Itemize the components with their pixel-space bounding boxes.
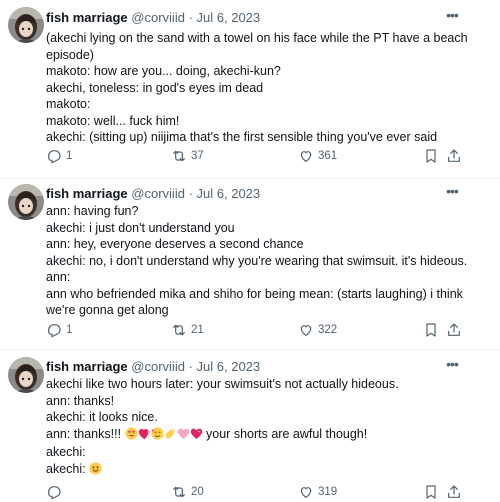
two-hearts-emoji: [138, 427, 151, 445]
tweet-line: makoto:: [46, 97, 91, 111]
avatar[interactable]: [8, 7, 44, 43]
tweet-date[interactable]: Jul 6, 2023: [197, 10, 261, 25]
tweet-line-prefix: akechi:: [46, 461, 86, 476]
tweet-line-prefix: ann: thanks!!!: [46, 426, 122, 441]
tweet-line: makoto: well... fuck him!: [46, 113, 180, 128]
retweet-button[interactable]: 20: [171, 482, 204, 502]
retweet-count: 20: [191, 486, 204, 498]
like-button[interactable]: 361: [298, 146, 337, 166]
avatar[interactable]: [8, 357, 44, 393]
reply-icon: [48, 324, 61, 338]
tweet-line-suffix: your shorts are awful though!: [206, 426, 368, 441]
share-icon: [448, 149, 460, 162]
tweet-line: ann who befriended mika and shiho for be…: [46, 286, 463, 301]
like-button[interactable]: 319: [298, 482, 337, 502]
retweet-button[interactable]: 21: [171, 320, 204, 340]
tweet-text: (akechi lying on the sand with a towel o…: [46, 30, 482, 146]
more-icon[interactable]: •••: [444, 8, 460, 26]
tweet-line-with-emoji: akechi:: [46, 461, 482, 480]
author-name[interactable]: fish marriage: [46, 186, 128, 201]
avatar[interactable]: [8, 184, 44, 220]
separator-dot: ·: [188, 10, 193, 25]
share-icon: [448, 323, 460, 336]
like-count: 322: [318, 324, 338, 336]
tweet-line: akechi:: [46, 445, 86, 459]
like-icon: [300, 325, 312, 337]
share-button[interactable]: [446, 320, 462, 340]
reply-count: 1: [66, 150, 73, 162]
tweet-line: episode): [46, 47, 94, 62]
clapping-hand-emoji: [164, 427, 177, 445]
more-icon[interactable]: •••: [444, 357, 460, 375]
retweet-count: 37: [191, 150, 204, 162]
heart-eyes-emoji: [124, 426, 138, 445]
smiling-face-emoji: [89, 461, 102, 480]
tweet-line: ann: hey, everyone deserves a second cha…: [46, 237, 304, 251]
separator-dot: ·: [188, 359, 193, 374]
reply-button[interactable]: 1: [46, 320, 72, 340]
pink-heart-emoji: [177, 427, 190, 445]
tweet-actions: 1 21 322: [46, 320, 460, 340]
bookmark-button[interactable]: [423, 482, 439, 502]
share-button[interactable]: [446, 146, 462, 166]
tweet-line: makoto: how are you... doing, akechi-kun…: [46, 64, 281, 78]
reply-button[interactable]: 1: [46, 146, 72, 166]
author-handle[interactable]: @corviiid: [131, 359, 185, 374]
more-icon[interactable]: •••: [444, 184, 460, 202]
like-icon: [300, 151, 312, 163]
tweet-text: akechi like two hours later: your swimsu…: [46, 376, 482, 479]
author-name[interactable]: fish marriage: [46, 359, 128, 374]
tweet-line: ann: having fun?: [46, 204, 139, 218]
retweet-button[interactable]: 37: [171, 146, 204, 166]
tweet-line-with-emoji: ann: thanks!!! your shorts are awful tho…: [46, 426, 482, 445]
author-handle[interactable]: @corviiid: [131, 186, 185, 201]
reply-button[interactable]: [46, 482, 66, 502]
tweet[interactable]: fish marriage @corviiid · Jul 6, 2023 ••…: [0, 350, 500, 500]
tweet-line: ann: thanks!: [46, 393, 115, 408]
separator-dot: ·: [188, 186, 193, 201]
tweet-line: akechi: no, i don't understand why you'r…: [46, 253, 468, 268]
tweet-actions: 20 319: [46, 482, 460, 502]
tweet-line: akechi, toneless: in god's eyes im dead: [46, 80, 264, 95]
author-name[interactable]: fish marriage: [46, 10, 128, 25]
bookmark-icon: [426, 149, 436, 163]
tweet-line: akechi: (sitting up) niijima that's the …: [46, 130, 438, 144]
share-button[interactable]: [446, 482, 462, 502]
tweet-header: fish marriage @corviiid · Jul 6, 2023: [46, 358, 460, 376]
bookmark-button[interactable]: [423, 146, 439, 166]
tweet[interactable]: fish marriage @corviiid · Jul 6, 2023 ••…: [0, 179, 500, 350]
tweet-date[interactable]: Jul 6, 2023: [197, 186, 261, 201]
tweet-text: ann: having fun? akechi: i just don't un…: [46, 203, 482, 319]
retweet-icon: [173, 324, 185, 336]
tweet-line: akechi like two hours later: your swimsu…: [46, 377, 399, 391]
tweet-actions: 1 37 361: [46, 146, 460, 166]
like-button[interactable]: 322: [298, 320, 337, 340]
sparkling-heart-emoji: [190, 427, 203, 445]
author-handle[interactable]: @corviiid: [131, 10, 185, 25]
tweet-line: we're gonna get along: [46, 303, 169, 317]
like-count: 361: [318, 150, 338, 162]
tweet-date[interactable]: Jul 6, 2023: [197, 359, 261, 374]
tweet-line: (akechi lying on the sand with a towel o…: [46, 31, 468, 45]
bookmark-button[interactable]: [423, 320, 439, 340]
tweet-line: akechi: i just don't understand you: [46, 220, 235, 235]
tweet-header: fish marriage @corviiid · Jul 6, 2023: [46, 185, 460, 203]
tweet-header: fish marriage @corviiid · Jul 6, 2023: [46, 9, 460, 27]
tweet-line: ann:: [46, 270, 71, 284]
reply-count: 1: [66, 324, 73, 336]
tweet-line: akechi: it looks nice.: [46, 410, 158, 424]
reply-icon: [48, 150, 61, 164]
tweet[interactable]: fish marriage @corviiid · Jul 6, 2023 ••…: [0, 0, 500, 179]
bookmark-icon: [426, 323, 436, 337]
retweet-icon: [173, 150, 185, 162]
smiling-hearts-emoji: [150, 426, 164, 445]
retweet-count: 21: [191, 324, 204, 336]
like-count: 319: [318, 486, 338, 498]
